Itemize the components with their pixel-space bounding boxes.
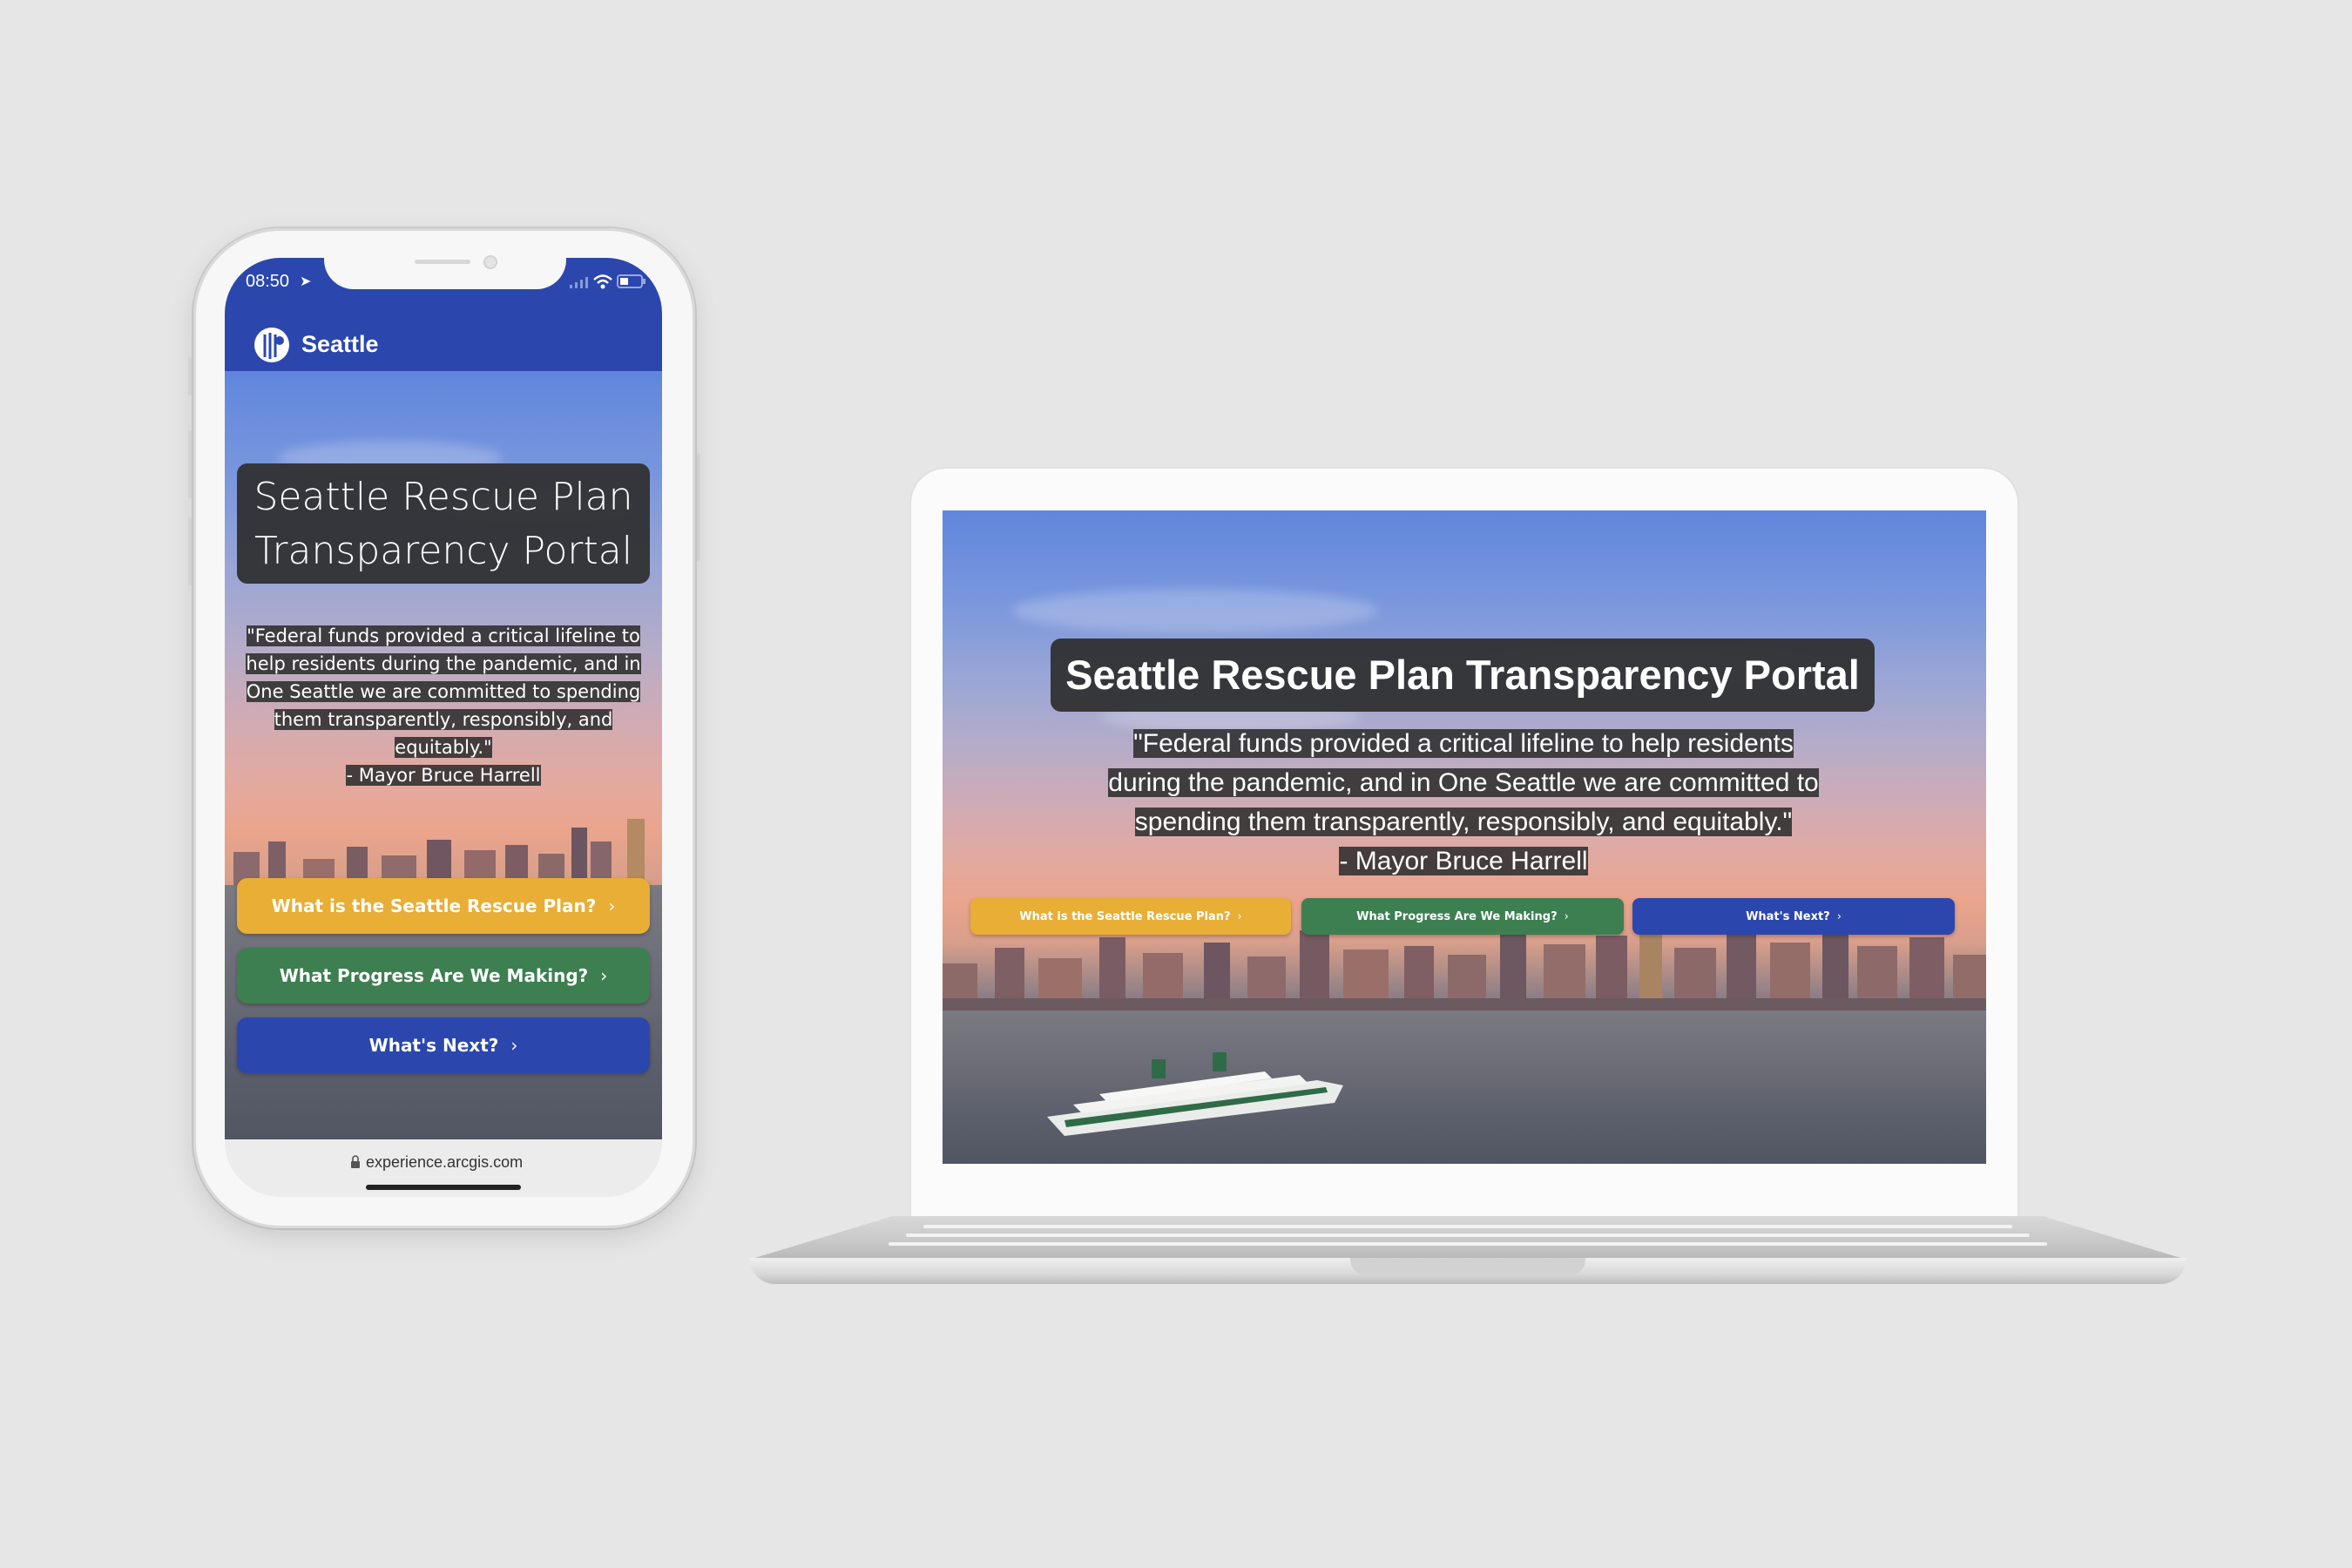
quote-line: "Federal funds provided a critical lifel… — [1133, 729, 1794, 758]
home-indicator — [366, 1185, 521, 1190]
quote-line: them transparently, responsibly, and — [274, 709, 613, 730]
keyboard-keys — [889, 1221, 2047, 1253]
laptop-mayor-quote: "Federal funds provided a critical lifel… — [1010, 724, 1916, 881]
quote-line: during the pandemic, and in One Seattle … — [1108, 768, 1819, 797]
laptop-hero-title: Seattle Rescue Plan Transparency Portal — [1051, 639, 1875, 712]
hero-title: Seattle Rescue Plan Transparency Portal — [237, 463, 650, 584]
chevron-right-icon: › — [608, 896, 616, 916]
button-label: What is the Seattle Rescue Plan? — [1019, 909, 1231, 923]
button-label: What Progress Are We Making? — [279, 965, 589, 986]
quote-line: equitably." — [395, 737, 492, 758]
battery-icon — [617, 274, 646, 289]
url-text[interactable]: experience.arcgis.com — [366, 1153, 523, 1172]
laptop-open-notch — [1350, 1258, 1585, 1275]
chevron-right-icon: › — [1836, 909, 1842, 923]
quote-line: spending them transparently, responsibly… — [1134, 808, 1793, 836]
header-title[interactable]: Seattle — [301, 331, 379, 358]
location-arrow-icon: ➤ — [300, 273, 312, 289]
seattle-logo-icon[interactable] — [253, 326, 291, 364]
button-label: What is the Seattle Rescue Plan? — [271, 896, 597, 916]
what-is-rescue-plan-button[interactable]: What is the Seattle Rescue Plan? › — [237, 878, 650, 934]
wifi-icon — [592, 273, 613, 290]
laptop-what-is-rescue-plan-button[interactable]: What is the Seattle Rescue Plan? › — [970, 898, 1291, 935]
ferry — [1038, 1033, 1352, 1138]
chevron-right-icon: › — [510, 1035, 518, 1056]
what-progress-button[interactable]: What Progress Are We Making? › — [237, 948, 650, 1004]
chevron-right-icon: › — [1237, 909, 1242, 923]
phone-power-button — [694, 453, 700, 561]
chevron-right-icon: › — [1564, 909, 1569, 923]
phone-notch — [324, 251, 566, 289]
signal-icon — [570, 275, 591, 289]
button-label: What Progress Are We Making? — [1356, 909, 1558, 923]
laptop-whats-next-button[interactable]: What's Next? › — [1632, 898, 1955, 935]
phone-screen: 08:50 ➤ Seattle Seattle Rescue Plan Tran… — [225, 258, 662, 1197]
quote-attribution: - Mayor Bruce Harrell — [346, 765, 541, 786]
front-camera — [483, 255, 497, 269]
chevron-right-icon: › — [600, 965, 608, 986]
mayor-quote: "Federal funds provided a critical lifel… — [233, 622, 653, 789]
quote-line: One Seattle we are committed to spending — [246, 681, 641, 702]
laptop-what-progress-button[interactable]: What Progress Are We Making? › — [1301, 898, 1624, 935]
button-label: What's Next? — [1746, 909, 1830, 923]
whats-next-button[interactable]: What's Next? › — [237, 1017, 650, 1073]
button-label: What's Next? — [368, 1035, 499, 1056]
speaker-grille — [415, 260, 470, 264]
quote-line: help residents during the pandemic, and … — [246, 653, 641, 674]
quote-line: "Federal funds provided a critical lifel… — [247, 625, 640, 646]
quote-attribution: - Mayor Bruce Harrell — [1339, 847, 1588, 875]
status-time: 08:50 — [246, 272, 290, 291]
lock-icon — [350, 1155, 361, 1169]
